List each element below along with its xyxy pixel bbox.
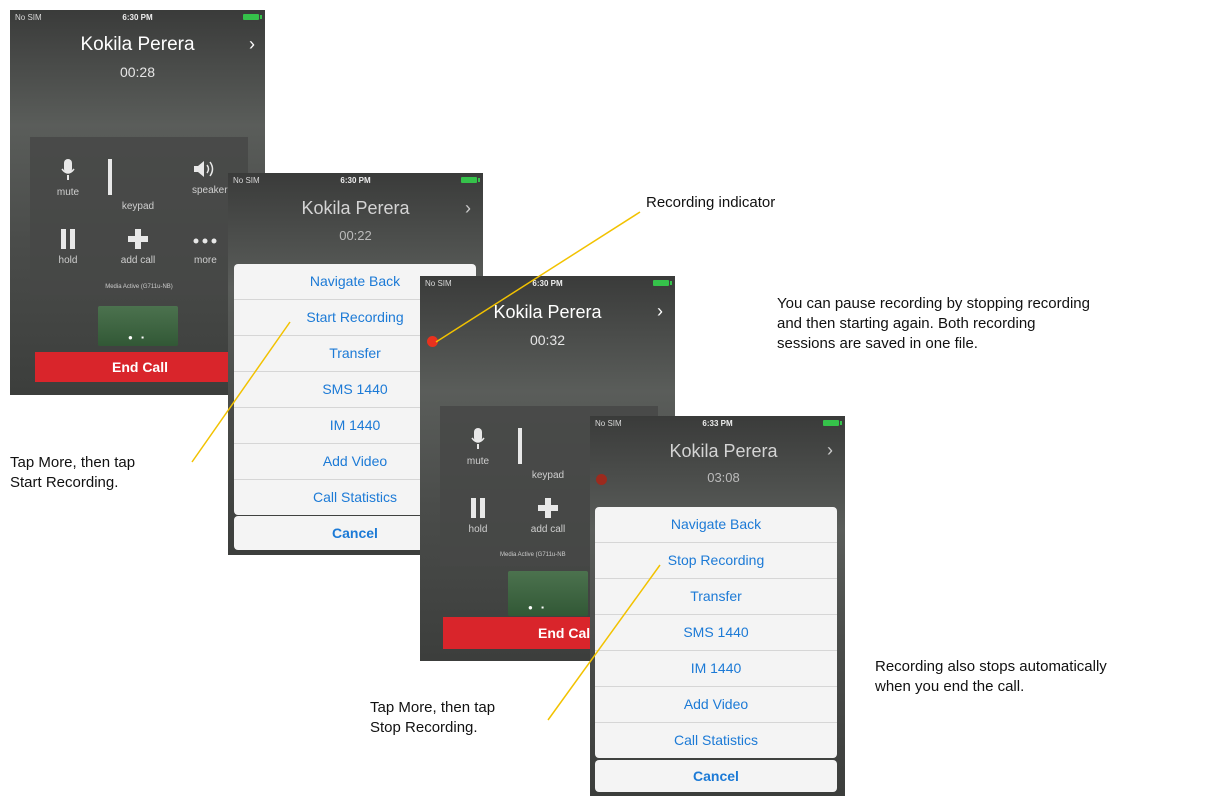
keypad-label: keypad	[121, 201, 155, 212]
call-timer: 00:22	[339, 228, 372, 243]
battery-icon	[243, 14, 262, 20]
recording-indicator-label: Recording indicator	[646, 194, 776, 211]
add-call-label: add call	[530, 524, 566, 535]
phone-screen-4: No SIM 6:33 PM Kokila Perera › 03:08 Nav…	[590, 416, 845, 796]
keypad-button[interactable]: keypad	[108, 159, 168, 212]
battery-icon	[823, 420, 842, 426]
note-line: Start Recording.	[10, 474, 119, 491]
status-time: 6:30 PM	[532, 279, 563, 288]
plus-icon	[128, 229, 148, 249]
call-timer: 00:32	[529, 332, 566, 348]
tap-start-recording-note: Tap More, then tap Start Recording.	[10, 453, 135, 493]
call-timer: 03:08	[707, 470, 740, 485]
note-line: Tap More, then tap	[370, 699, 496, 716]
menu-item-navigate-back[interactable]: Navigate Back	[595, 507, 837, 543]
hold-label: hold	[468, 524, 488, 535]
keypad-label: keypad	[531, 470, 565, 481]
pause-icon	[61, 229, 75, 249]
cancel-button[interactable]: Cancel	[595, 760, 837, 792]
page-indicator: ● ▪	[128, 333, 147, 342]
note-line: Recording also stops automatically	[875, 658, 1107, 675]
keypad-button[interactable]: keypad	[518, 428, 578, 481]
plus-icon	[538, 498, 558, 518]
hold-button[interactable]: hold	[448, 498, 508, 535]
menu-item-add-video[interactable]: Add Video	[595, 687, 837, 723]
microphone-icon	[61, 159, 75, 180]
contact-name: Kokila Perera	[669, 441, 778, 461]
add-call-label: add call	[120, 255, 156, 266]
mute-label: mute	[56, 187, 80, 198]
auto-stop-note: Recording also stops automatically when …	[875, 657, 1107, 697]
mute-button[interactable]: mute	[38, 159, 98, 198]
call-controls-panel: mute keypad speaker hold add call more M…	[30, 137, 248, 295]
note-line: when you end the call.	[875, 678, 1025, 695]
status-time: 6:33 PM	[702, 419, 733, 428]
recording-indicator	[596, 474, 607, 485]
chevron-right-icon[interactable]: ›	[249, 34, 255, 55]
note-line: and then starting again. Both recording	[777, 315, 1036, 332]
tap-stop-recording-note: Tap More, then tap Stop Recording.	[370, 698, 495, 738]
chevron-right-icon[interactable]: ›	[465, 198, 471, 219]
speaker-icon	[194, 161, 214, 177]
end-call-button[interactable]: End Call	[35, 352, 245, 382]
keypad-icon	[518, 428, 578, 464]
status-time: 6:30 PM	[122, 13, 153, 22]
microphone-icon	[471, 428, 485, 449]
pause-recording-note: You can pause recording by stopping reco…	[777, 294, 1090, 354]
mute-label: mute	[466, 456, 490, 467]
status-bar: No SIM 6:30 PM	[228, 173, 483, 187]
menu-item-im[interactable]: IM 1440	[595, 651, 837, 687]
contact-name: Kokila Perera	[301, 198, 410, 218]
menu-item-stop-recording[interactable]: Stop Recording	[595, 543, 837, 579]
contact-name: Kokila Perera	[80, 34, 195, 55]
call-timer: 00:28	[119, 64, 156, 80]
battery-icon	[653, 280, 672, 286]
contact-name: Kokila Perera	[493, 302, 602, 322]
hold-label: hold	[58, 255, 78, 266]
chevron-right-icon[interactable]: ›	[827, 440, 833, 461]
status-time: 6:30 PM	[340, 176, 371, 185]
note-line: Stop Recording.	[370, 719, 478, 736]
note-line: Tap More, then tap	[10, 454, 136, 471]
status-bar: No SIM 6:33 PM	[590, 416, 845, 430]
hold-button[interactable]: hold	[38, 229, 98, 266]
media-status: Media Active (G711u-NB)	[105, 284, 173, 290]
recording-indicator	[427, 336, 438, 347]
menu-item-transfer[interactable]: Transfer	[595, 579, 837, 615]
ellipsis-icon	[193, 238, 217, 244]
note-line: sessions are saved in one file.	[777, 335, 978, 352]
note-line: You can pause recording by stopping reco…	[777, 295, 1090, 312]
mute-button[interactable]: mute	[448, 428, 508, 467]
add-call-button[interactable]: add call	[518, 498, 578, 535]
battery-icon	[461, 177, 480, 183]
menu-item-sms[interactable]: SMS 1440	[595, 615, 837, 651]
chevron-right-icon[interactable]: ›	[657, 301, 663, 322]
status-bar: No SIM 6:30 PM	[420, 276, 675, 290]
pause-icon	[471, 498, 485, 518]
status-bar: No SIM 6:30 PM	[10, 10, 265, 24]
more-actions-menu: Navigate Back Stop Recording Transfer SM…	[595, 507, 837, 758]
add-call-button[interactable]: add call	[108, 229, 168, 266]
phone-screen-1: No SIM 6:30 PM Kokila Perera › 00:28 mut…	[10, 10, 265, 395]
menu-item-call-statistics[interactable]: Call Statistics	[595, 723, 837, 758]
keypad-icon	[108, 159, 168, 195]
